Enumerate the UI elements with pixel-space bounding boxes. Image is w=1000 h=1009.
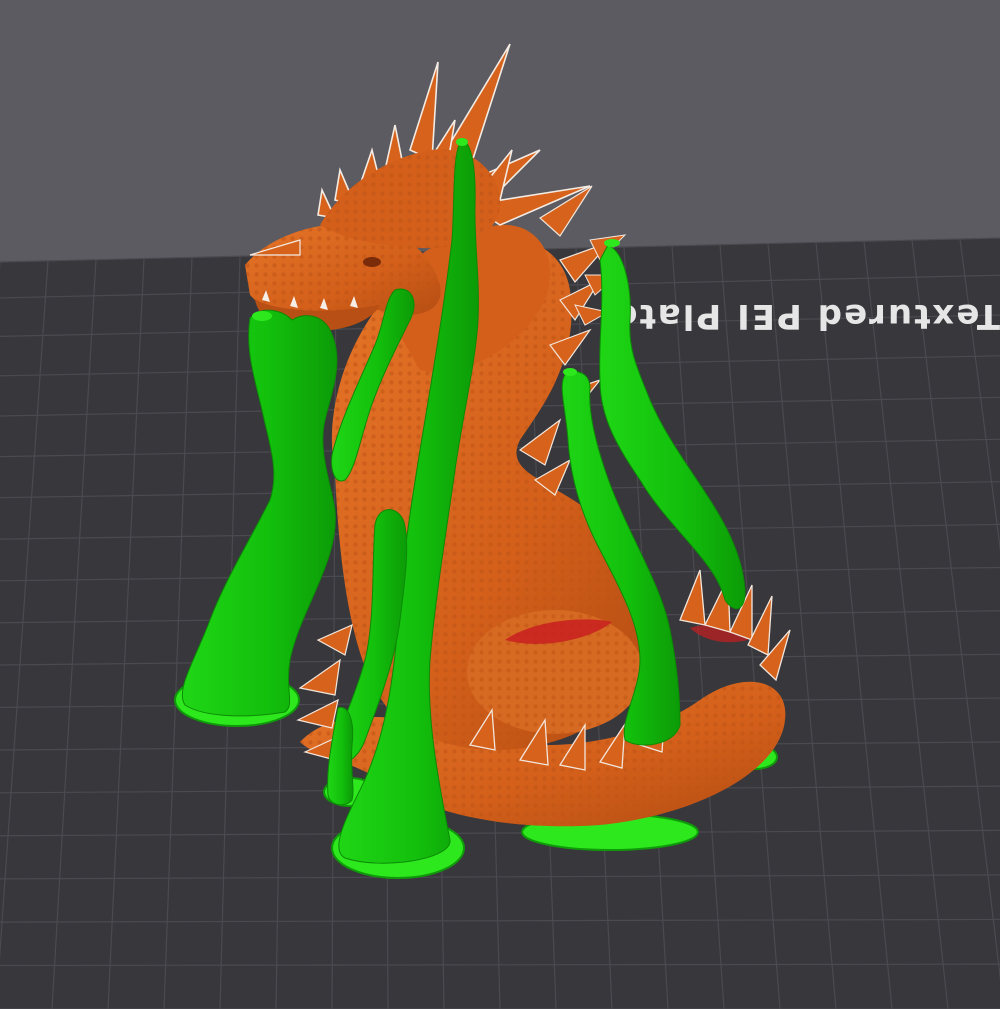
scene-canvas[interactable]: Textured PEI Plate (0, 0, 1000, 1009)
3d-viewport[interactable]: Textured PEI Plate (0, 0, 1000, 1009)
plate-label-group: Textured PEI Plate (612, 296, 1000, 336)
dragon-eye (363, 257, 381, 267)
plate-label: Textured PEI Plate (612, 296, 1000, 336)
